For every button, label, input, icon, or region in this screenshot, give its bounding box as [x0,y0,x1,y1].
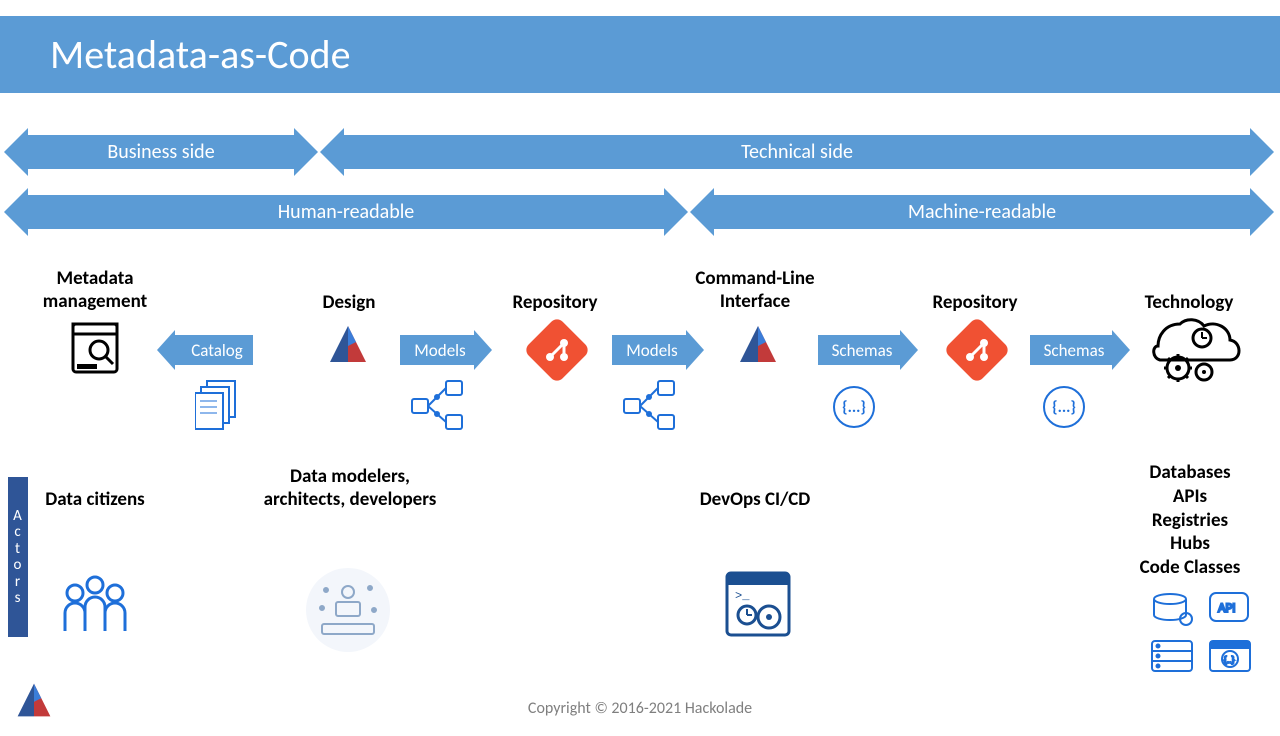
hackolade-logo-icon [326,322,370,366]
col-repo2: Repository [890,291,1060,314]
col-design: Design [264,291,434,314]
arrow-models1: Models [400,335,474,365]
dev-team-icon [306,568,390,652]
col-tech: Technology [1104,291,1274,314]
footer-copyright: Copyright © 2016-2021 Hackolade [0,699,1280,718]
col-metadata-mgmt: Metadata management [10,267,180,313]
hackolade-logo-icon [736,322,780,366]
arrow-models2: Models [612,335,686,365]
json-icon: {...} [1043,386,1085,428]
col-repo1: Repository [470,291,640,314]
metadata-mgmt-icon [65,318,125,378]
gears-icon [1150,316,1245,391]
section-business: Business side [28,135,294,169]
section-machine: Machine-readable [714,195,1250,229]
svg-text:{..}: {..} [1224,655,1234,666]
arrow-schemas2: Schemas [1030,335,1112,365]
documents-icon [195,379,243,438]
section-human: Human-readable [28,195,664,229]
page-title: Metadata-as-Code [0,16,1280,93]
actor-data-citizens: Data citizens [10,489,180,512]
arrow-schemas1: Schemas [818,335,900,365]
col-cli: Command-Line Interface [670,267,840,313]
arrow-catalog: Catalog [175,335,253,365]
actor-data-modelers: Data modelers, architects, developers [260,466,440,512]
model-diagram-icon [410,379,466,438]
actor-devops: DevOps CI/CD [670,489,840,512]
cicd-icon: >_ [725,571,791,642]
svg-text:API: API [1218,601,1236,616]
model-diagram-icon [622,379,678,438]
people-icon [55,571,135,646]
svg-text:>_: >_ [735,589,750,603]
section-technical: Technical side [344,135,1250,169]
json-icon: {...} [833,386,875,428]
tech-icons: API {..} [1148,591,1258,686]
tech-list: Databases APIs Registries Hubs Code Clas… [1110,461,1270,580]
